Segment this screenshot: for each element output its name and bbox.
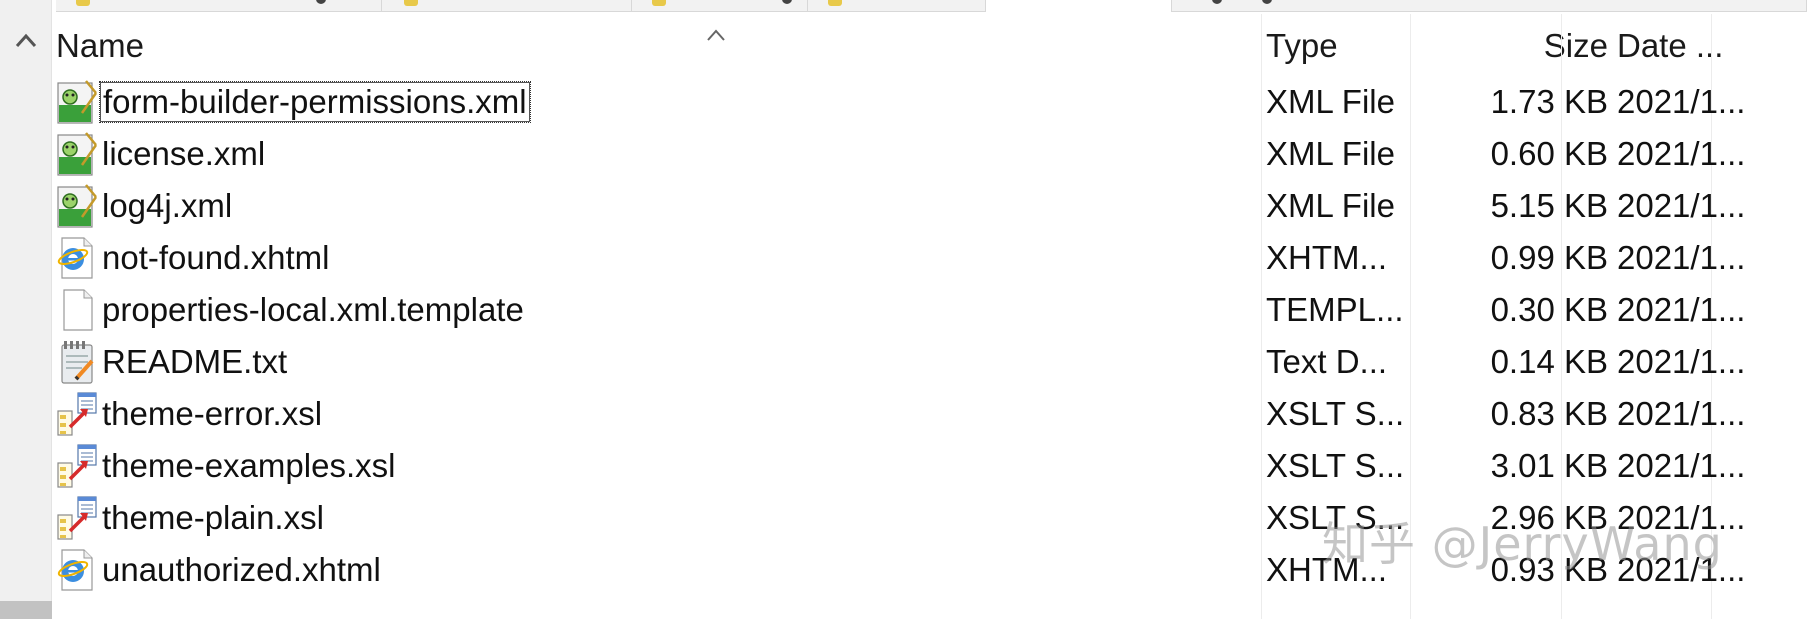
file-date-cell: 2021/1... bbox=[1617, 395, 1746, 432]
vertical-scrollbar[interactable] bbox=[0, 0, 52, 619]
tab-4[interactable] bbox=[808, 0, 986, 12]
file-size-cell: 0.93 KB bbox=[1490, 551, 1608, 588]
xml-file-icon bbox=[56, 131, 98, 177]
xml-file-icon bbox=[56, 183, 98, 229]
file-list: form-builder-permissions.xml XML File 1.… bbox=[56, 76, 1745, 596]
notepad-icon bbox=[56, 339, 98, 385]
file-date-cell: 2021/1... bbox=[1617, 83, 1746, 120]
xslt-file-icon bbox=[56, 443, 98, 489]
file-row[interactable]: not-found.xhtml XHTM... 0.99 KB 2021/1..… bbox=[56, 232, 1745, 284]
column-header-size[interactable]: Size bbox=[1408, 14, 1608, 78]
file-name-cell: theme-examples.xsl bbox=[56, 440, 1256, 492]
file-row[interactable]: form-builder-permissions.xml XML File 1.… bbox=[56, 76, 1745, 128]
file-date-cell: 2021/1... bbox=[1617, 135, 1746, 172]
tab-strip bbox=[56, 0, 1807, 14]
file-size-cell: 0.60 KB bbox=[1490, 135, 1608, 172]
file-name-label: theme-examples.xsl bbox=[102, 447, 396, 484]
column-header-type[interactable]: Type bbox=[1266, 14, 1396, 78]
file-type-cell: XSLT S... bbox=[1266, 447, 1405, 484]
file-type-cell: XSLT S... bbox=[1266, 395, 1405, 432]
column-header-type-label: Type bbox=[1266, 27, 1338, 64]
file-name-label: unauthorized.xhtml bbox=[102, 551, 381, 588]
file-name-cell: form-builder-permissions.xml bbox=[56, 76, 1256, 128]
file-date-cell: 2021/1... bbox=[1617, 499, 1746, 536]
file-name-label: theme-plain.xsl bbox=[102, 499, 324, 536]
file-date-cell: 2021/1... bbox=[1617, 447, 1746, 484]
tab-3[interactable] bbox=[632, 0, 808, 12]
column-header-name-label: Name bbox=[56, 27, 145, 64]
file-type-cell: Text D... bbox=[1266, 343, 1388, 380]
file-row[interactable]: theme-plain.xsl XSLT S... 2.96 KB 2021/1… bbox=[56, 492, 1745, 544]
file-name-cell: theme-plain.xsl bbox=[56, 492, 1256, 544]
file-type-cell: TEMPL... bbox=[1266, 291, 1404, 328]
column-header-date[interactable]: Date ... bbox=[1617, 14, 1767, 78]
file-date-cell: 2021/1... bbox=[1617, 343, 1746, 380]
scroll-up-arrow-icon[interactable] bbox=[8, 22, 44, 58]
file-size-cell: 0.14 KB bbox=[1490, 343, 1608, 380]
ie-document-icon bbox=[56, 235, 98, 281]
sort-ascending-icon bbox=[707, 29, 725, 41]
file-name-cell: log4j.xml bbox=[56, 180, 1256, 232]
tab-2[interactable] bbox=[382, 0, 632, 12]
xml-file-icon bbox=[56, 79, 98, 125]
scrollbar-thumb[interactable] bbox=[0, 601, 52, 619]
file-name-label: README.txt bbox=[102, 343, 288, 380]
file-date-cell: 2021/1... bbox=[1617, 551, 1746, 588]
file-date-cell: 2021/1... bbox=[1617, 187, 1746, 224]
file-row[interactable]: properties-local.xml.template TEMPL... 0… bbox=[56, 284, 1745, 336]
file-row[interactable]: README.txt Text D... 0.14 KB 2021/1... bbox=[56, 336, 1745, 388]
file-size-cell: 2.96 KB bbox=[1490, 499, 1608, 536]
file-name-cell: unauthorized.xhtml bbox=[56, 544, 1256, 596]
column-header-date-label: Date ... bbox=[1617, 27, 1724, 64]
file-row[interactable]: license.xml XML File 0.60 KB 2021/1... bbox=[56, 128, 1745, 180]
file-type-cell: XML File bbox=[1266, 187, 1395, 224]
file-name-label: license.xml bbox=[102, 135, 266, 172]
file-name-cell: license.xml bbox=[56, 128, 1256, 180]
file-explorer-window: Name Type Size Date ... form-builder-per… bbox=[0, 0, 1807, 619]
xslt-file-icon bbox=[56, 391, 98, 437]
blank-file-icon bbox=[56, 287, 98, 333]
file-row[interactable]: log4j.xml XML File 5.15 KB 2021/1... bbox=[56, 180, 1745, 232]
column-header-size-label: Size bbox=[1543, 27, 1608, 64]
file-size-cell: 0.83 KB bbox=[1490, 395, 1608, 432]
tab-6[interactable] bbox=[1172, 0, 1807, 12]
xslt-file-icon bbox=[56, 495, 98, 541]
file-size-cell: 0.30 KB bbox=[1490, 291, 1608, 328]
column-header-row: Name Type Size Date ... bbox=[56, 14, 1723, 78]
file-name-label: log4j.xml bbox=[102, 187, 233, 224]
file-type-cell: XHTM... bbox=[1266, 551, 1387, 588]
file-type-cell: XSLT S... bbox=[1266, 499, 1405, 536]
file-name-cell: theme-error.xsl bbox=[56, 388, 1256, 440]
file-name-cell: properties-local.xml.template bbox=[56, 284, 1256, 336]
ie-document-icon bbox=[56, 547, 98, 593]
file-name-label: form-builder-permissions.xml bbox=[99, 81, 531, 123]
file-row[interactable]: unauthorized.xhtml XHTM... 0.93 KB 2021/… bbox=[56, 544, 1745, 596]
file-row[interactable]: theme-examples.xsl XSLT S... 3.01 KB 202… bbox=[56, 440, 1745, 492]
file-name-cell: README.txt bbox=[56, 336, 1256, 388]
file-size-cell: 1.73 KB bbox=[1490, 83, 1608, 120]
file-date-cell: 2021/1... bbox=[1617, 291, 1746, 328]
file-size-cell: 3.01 KB bbox=[1490, 447, 1608, 484]
file-name-cell: not-found.xhtml bbox=[56, 232, 1256, 284]
tab-5-active[interactable] bbox=[986, 0, 1172, 12]
file-row[interactable]: theme-error.xsl XSLT S... 0.83 KB 2021/1… bbox=[56, 388, 1745, 440]
file-name-label: properties-local.xml.template bbox=[102, 291, 524, 328]
file-name-label: not-found.xhtml bbox=[102, 239, 330, 276]
file-name-label: theme-error.xsl bbox=[102, 395, 323, 432]
file-type-cell: XML File bbox=[1266, 83, 1395, 120]
tab-1[interactable] bbox=[56, 0, 382, 12]
column-header-name[interactable]: Name bbox=[56, 14, 1092, 78]
file-size-cell: 5.15 KB bbox=[1490, 187, 1608, 224]
file-type-cell: XHTM... bbox=[1266, 239, 1387, 276]
file-date-cell: 2021/1... bbox=[1617, 239, 1746, 276]
file-size-cell: 0.99 KB bbox=[1490, 239, 1608, 276]
file-type-cell: XML File bbox=[1266, 135, 1395, 172]
